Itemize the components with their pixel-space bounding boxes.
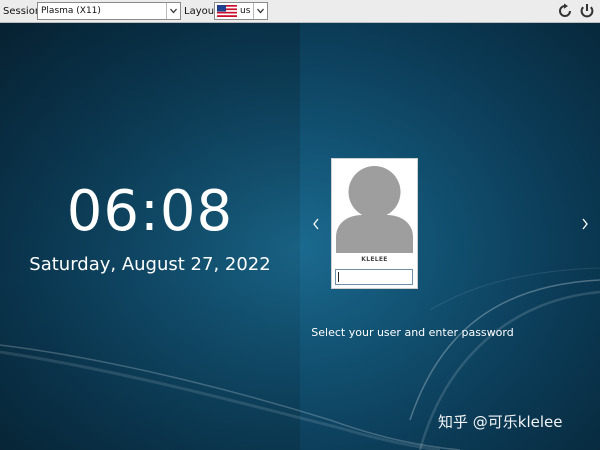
session-select[interactable]: Plasma (X11) [37, 2, 181, 20]
session-value: Plasma (X11) [41, 6, 101, 16]
power-icon[interactable] [578, 2, 596, 20]
session-label: Session [3, 6, 41, 17]
chevron-left-icon[interactable] [310, 216, 322, 232]
chevron-down-icon [253, 3, 267, 19]
layout-value: us [240, 6, 250, 16]
user-card[interactable]: KLELEE [331, 158, 418, 289]
reboot-icon[interactable] [556, 2, 574, 20]
clock-date: Saturday, August 27, 2022 [0, 254, 300, 276]
login-hint: Select your user and enter password [300, 326, 525, 340]
layout-select[interactable]: us [214, 2, 268, 20]
watermark: 知乎 @可乐klelee [438, 412, 562, 432]
us-flag-icon [217, 5, 237, 17]
chevron-right-icon[interactable] [579, 216, 591, 232]
user-avatar-icon [336, 163, 413, 253]
user-name: KLELEE [332, 256, 417, 263]
top-bar: Session Plasma (X11) Layout us [0, 0, 600, 23]
layout-label: Layout [184, 6, 218, 17]
password-field[interactable] [335, 269, 413, 285]
chevron-down-icon [166, 3, 180, 19]
text-caret [338, 272, 339, 282]
login-screen: Session Plasma (X11) Layout us [0, 0, 600, 450]
clock-time: 06:08 [0, 180, 300, 244]
